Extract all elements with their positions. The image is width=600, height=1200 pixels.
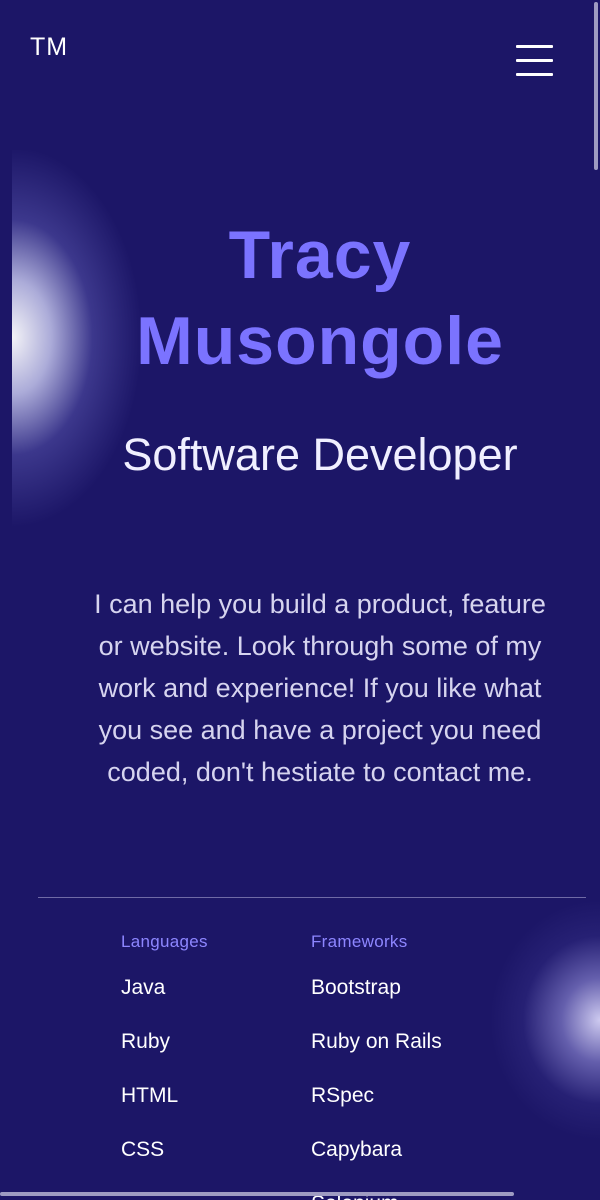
- section-divider: [38, 897, 586, 898]
- hero-name: Tracy Musongole: [0, 212, 600, 384]
- skills-languages-list: Java Ruby HTML CSS: [121, 974, 301, 1164]
- hero-role: Software Developer: [122, 429, 518, 480]
- hero-name-line2: Musongole: [136, 303, 504, 379]
- list-item: Bootstrap: [311, 976, 401, 999]
- hamburger-menu-icon[interactable]: [512, 42, 556, 80]
- portfolio-page: TM Tracy Musongole Software Developer I …: [0, 0, 600, 1200]
- menu-bar-bottom: [516, 73, 553, 76]
- horizontal-scrollbar-thumb[interactable]: [0, 1192, 514, 1196]
- list-item: CSS: [121, 1138, 165, 1161]
- skills-frameworks-heading: Frameworks: [311, 932, 408, 951]
- list-item: Java: [121, 976, 166, 999]
- list-item: HTML: [121, 1084, 179, 1107]
- skills-languages-column: Languages Java Ruby HTML CSS: [121, 928, 301, 1190]
- hero-intro: I can help you build a product, feature …: [94, 589, 546, 787]
- skills-frameworks-column: Frameworks Bootstrap Ruby on Rails RSpec…: [311, 928, 511, 1200]
- menu-bar-middle: [516, 59, 553, 62]
- list-item: RSpec: [311, 1084, 375, 1107]
- vertical-scrollbar[interactable]: [594, 0, 600, 174]
- list-item: Ruby on Rails: [311, 1030, 442, 1053]
- list-item: Ruby: [121, 1030, 171, 1053]
- site-logo[interactable]: TM: [30, 32, 68, 62]
- menu-bar-top: [516, 45, 553, 48]
- skills-frameworks-list: Bootstrap Ruby on Rails RSpec Capybara S…: [311, 974, 511, 1200]
- list-item: Capybara: [311, 1138, 403, 1161]
- skills-languages-heading: Languages: [121, 932, 208, 951]
- hero-name-line1: Tracy: [228, 217, 412, 293]
- vertical-scrollbar-thumb[interactable]: [594, 2, 598, 170]
